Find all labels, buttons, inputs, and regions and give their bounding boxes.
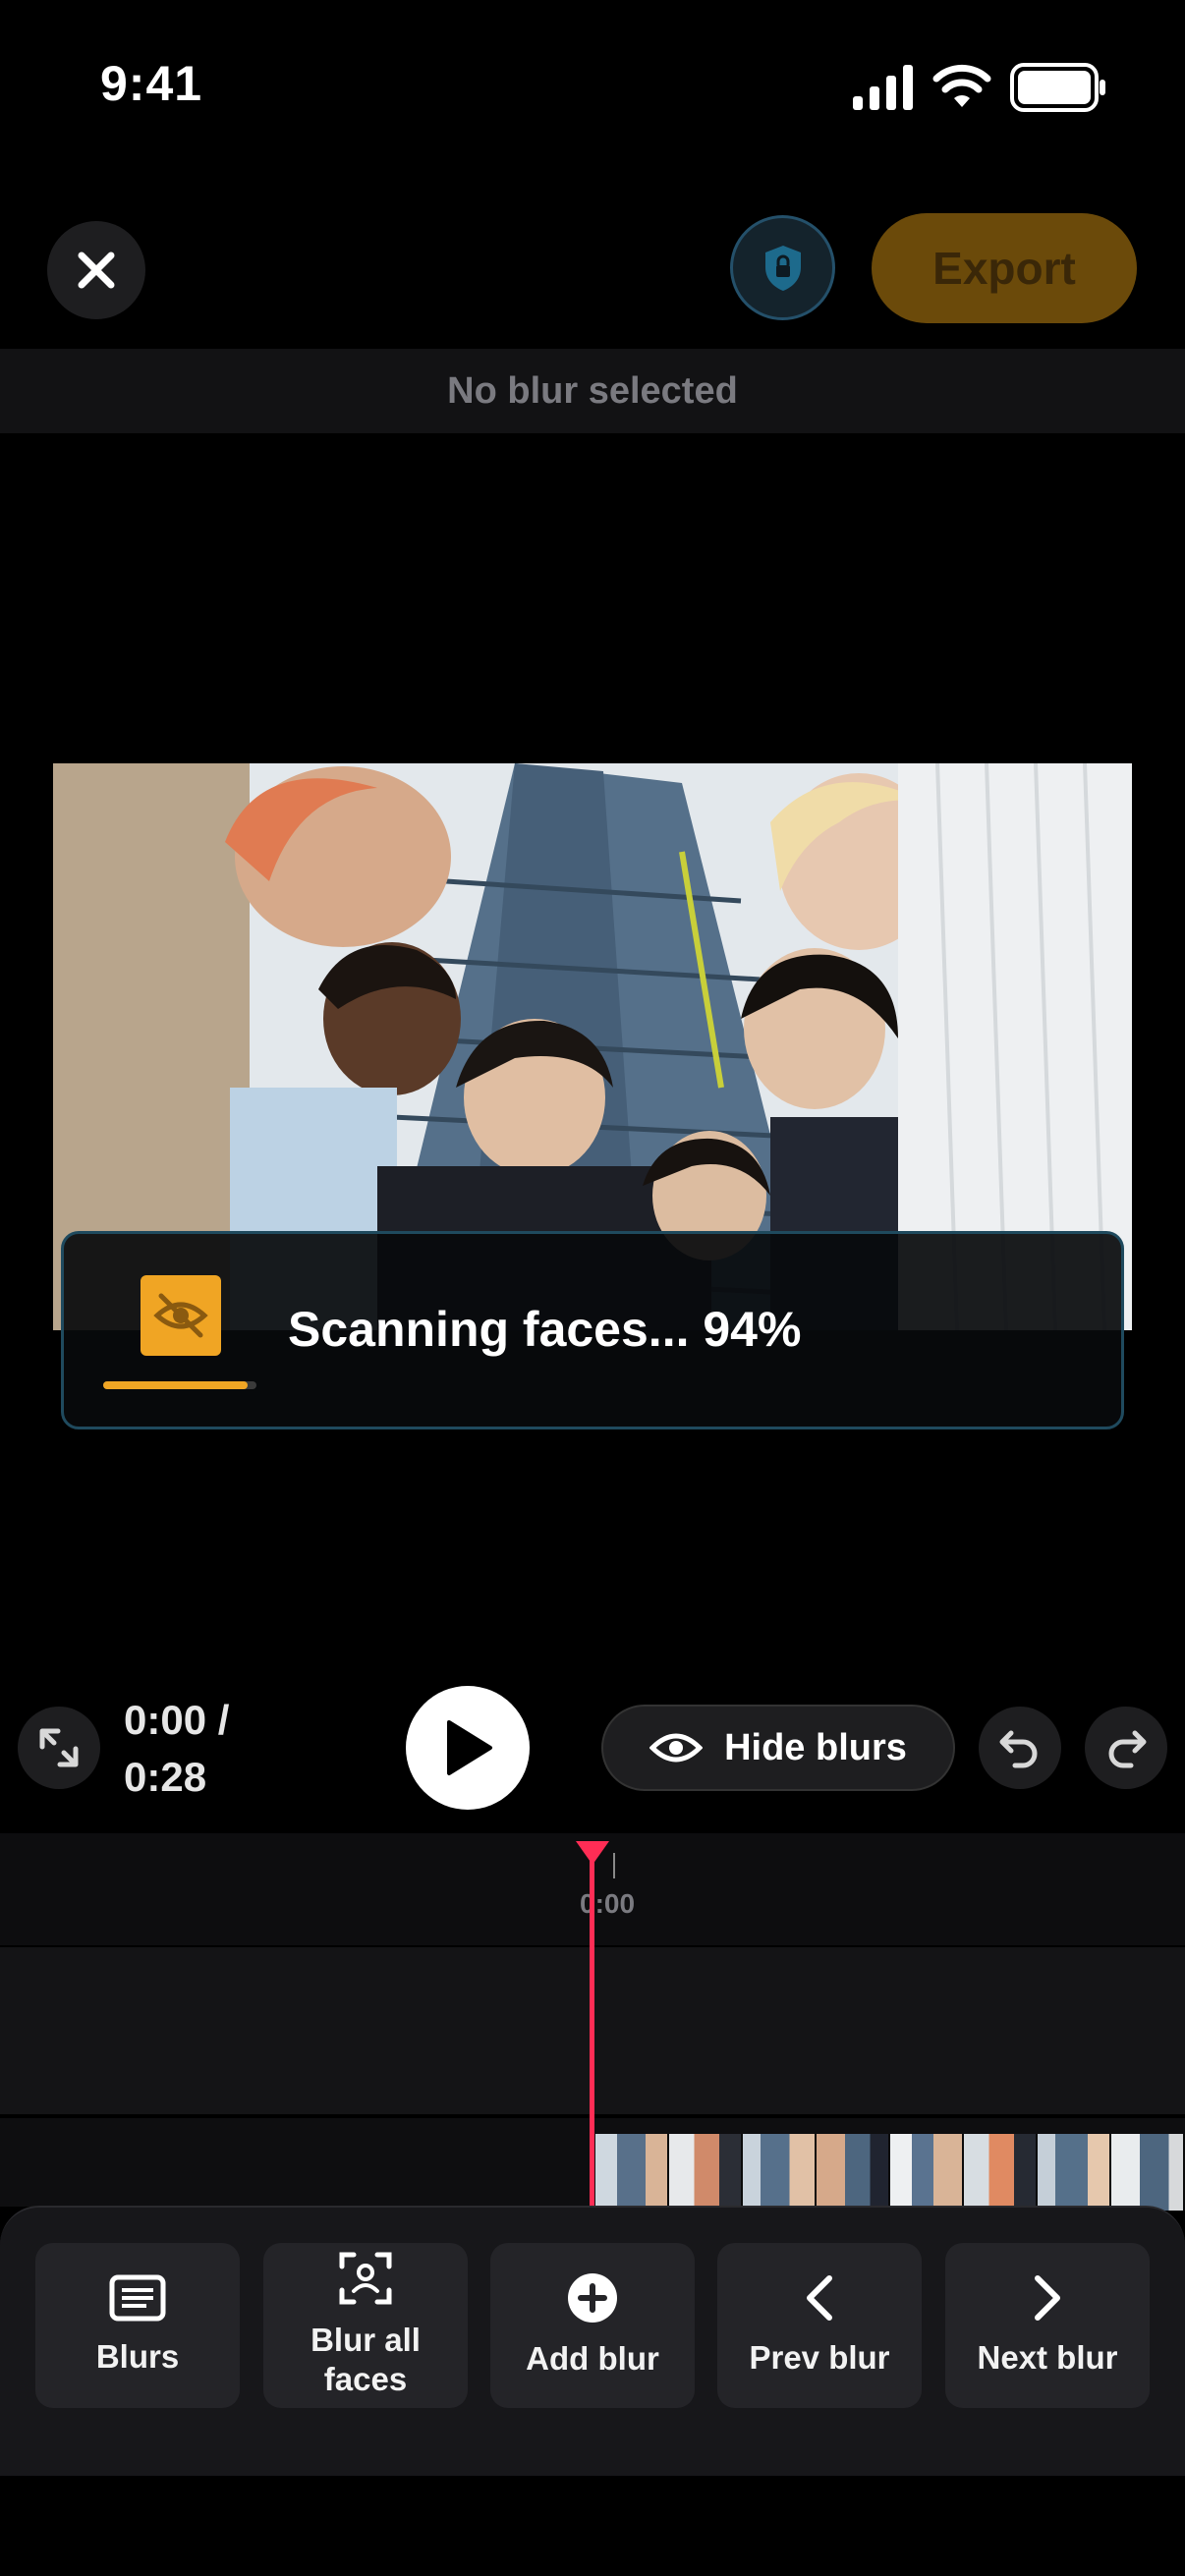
thumbnail-frame [1038, 2134, 1111, 2211]
signal-icon [853, 65, 913, 110]
ruler-time-label: 0:00 [580, 1888, 636, 1919]
next-blur-label: Next blur [977, 2339, 1118, 2376]
thumbnail-frame [743, 2134, 817, 2211]
blur-all-faces-button[interactable]: Blur all faces [263, 2243, 468, 2408]
list-icon [109, 2274, 166, 2322]
thumbnail-frame [817, 2134, 890, 2211]
fullscreen-icon [39, 1728, 79, 1767]
add-blur-label: Add blur [526, 2340, 659, 2377]
home-indicator-area [0, 2476, 1185, 2576]
status-icons [853, 63, 1106, 112]
blurs-button[interactable]: Blurs [35, 2243, 240, 2408]
selected-blur-text: No blur selected [447, 369, 738, 412]
eye-icon [649, 1733, 704, 1763]
thumbnail-frame [890, 2134, 964, 2211]
hide-blurs-label: Hide blurs [724, 1726, 907, 1768]
wifi-icon [932, 64, 991, 107]
video-thumbnail-strip[interactable] [595, 2134, 1185, 2211]
status-time: 9:41 [100, 56, 203, 111]
lock-shield-icon [764, 245, 801, 291]
next-blur-button[interactable]: Next blur [945, 2243, 1150, 2408]
thumbnail-frame [964, 2134, 1038, 2211]
timecode: 0:00 / 0:28 [124, 1692, 229, 1806]
plus-circle-icon [568, 2273, 617, 2323]
undo-button[interactable] [979, 1707, 1061, 1789]
prev-blur-label: Prev blur [749, 2339, 890, 2376]
scan-progress-bar [103, 1381, 256, 1389]
chevron-right-icon [1035, 2275, 1060, 2321]
scan-progress-fill [103, 1381, 248, 1389]
redo-button[interactable] [1085, 1707, 1167, 1789]
play-icon [447, 1720, 492, 1775]
total-duration: 0:28 [124, 1754, 207, 1800]
scan-status-text: Scanning faces... 94% [288, 1302, 802, 1357]
hide-blurs-button[interactable]: Hide blurs [601, 1705, 955, 1791]
playhead[interactable] [590, 1843, 594, 2216]
bottom-toolbar: Blurs Blur all faces Add blur Prev blur … [0, 2206, 1185, 2476]
eye-off-icon [141, 1275, 221, 1356]
ruler-tick [613, 1853, 615, 1878]
privacy-shield-button[interactable] [730, 215, 835, 320]
add-blur-button[interactable]: Add blur [490, 2243, 695, 2408]
chevron-left-icon [807, 2275, 832, 2321]
blurs-label: Blurs [95, 2338, 180, 2375]
close-icon [78, 252, 115, 289]
export-button[interactable]: Export [872, 213, 1137, 323]
thumbnail-frame [1111, 2134, 1185, 2211]
current-time: 0:00 / [124, 1697, 230, 1743]
thumbnail-frame [595, 2134, 669, 2211]
redo-icon [1108, 1730, 1147, 1768]
selected-blur-banner: No blur selected [0, 349, 1185, 433]
thumbnail-frame [669, 2134, 743, 2211]
face-scan-icon [339, 2252, 392, 2305]
prev-blur-button[interactable]: Prev blur [717, 2243, 922, 2408]
undo-icon [999, 1730, 1038, 1768]
play-button[interactable] [406, 1686, 530, 1810]
fullscreen-button[interactable] [18, 1707, 100, 1789]
playhead-handle[interactable] [576, 1841, 609, 1865]
scanning-faces-panel: Scanning faces... 94% [61, 1231, 1124, 1429]
close-button[interactable] [47, 221, 145, 319]
blur-all-faces-label: Blur all faces [310, 2322, 421, 2397]
battery-icon [1010, 63, 1105, 112]
